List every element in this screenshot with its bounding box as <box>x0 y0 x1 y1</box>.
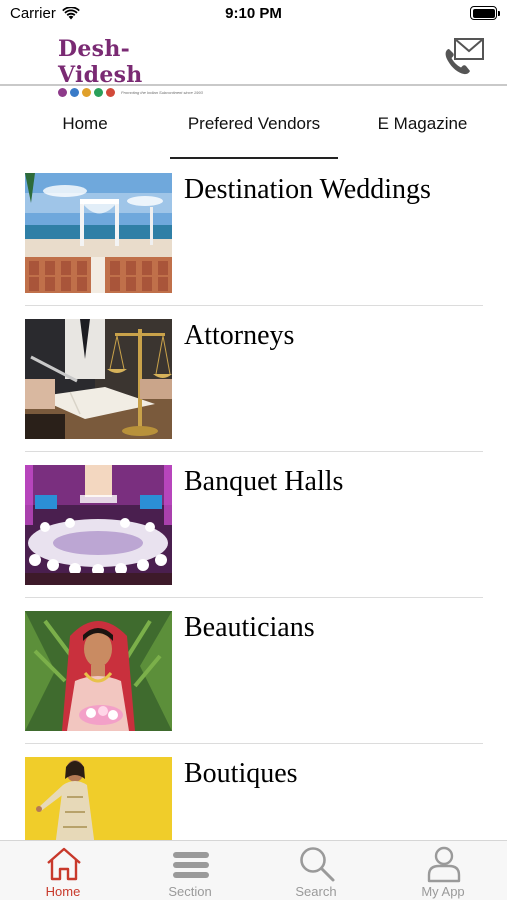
vendor-name: Beauticians <box>184 612 315 643</box>
phone-mail-icon[interactable] <box>443 36 485 76</box>
section-tabs: Home Prefered Vendors E Magazine <box>0 88 507 160</box>
tabbar-home[interactable]: Home <box>0 841 126 900</box>
logo-text: Desh-Videsh <box>58 36 143 88</box>
tabbar-my-app[interactable]: My App <box>380 841 506 900</box>
tabbar-search-label: Search <box>295 884 337 899</box>
vendor-name: Attorneys <box>184 320 295 351</box>
status-bar: Carrier 9:10 PM <box>0 0 507 28</box>
vendor-name: Boutiques <box>184 758 298 789</box>
tabbar-section[interactable]: Section <box>127 841 253 900</box>
vendor-name: Destination Weddings <box>184 174 431 205</box>
clock: 9:10 PM <box>225 5 282 22</box>
active-tab-indicator <box>170 157 338 159</box>
home-icon <box>47 847 81 881</box>
vendor-item-destination-weddings[interactable]: Destination Weddings <box>25 160 483 306</box>
vendor-list: Destination Weddings Attorneys Banquet H… <box>0 160 507 840</box>
bottom-tab-bar: Home Section Search My App <box>0 840 507 900</box>
search-icon <box>300 847 335 882</box>
tabbar-section-label: Section <box>168 884 212 899</box>
tab-home[interactable]: Home <box>0 88 170 160</box>
tab-e-magazine[interactable]: E Magazine <box>338 88 507 160</box>
vendor-item-beauticians[interactable]: Beauticians <box>25 598 483 744</box>
vendor-name: Banquet Halls <box>184 466 344 497</box>
tabbar-home-label: Home <box>45 884 81 899</box>
banquet-hall-image <box>25 465 172 585</box>
tabbar-search[interactable]: Search <box>253 841 379 900</box>
beach-wedding-image <box>25 173 172 293</box>
vendor-item-banquet-halls[interactable]: Banquet Halls <box>25 452 483 598</box>
app-header: Desh-Videsh Promoting the Indian Subcont… <box>0 28 507 97</box>
menu-icon <box>173 852 209 878</box>
boutique-model-image <box>25 757 172 840</box>
battery-icon <box>470 6 500 20</box>
vendor-item-boutiques[interactable]: Boutiques <box>25 744 483 840</box>
tab-prefered-vendors[interactable]: Prefered Vendors <box>170 88 338 160</box>
tabbar-my-app-label: My App <box>421 884 465 899</box>
bride-portrait-image <box>25 611 172 731</box>
person-icon <box>427 846 461 883</box>
desh-videsh-logo[interactable]: Desh-Videsh Promoting the Indian Subcont… <box>58 36 208 97</box>
vendor-item-attorneys[interactable]: Attorneys <box>25 306 483 452</box>
scales-of-justice-image <box>25 319 172 439</box>
